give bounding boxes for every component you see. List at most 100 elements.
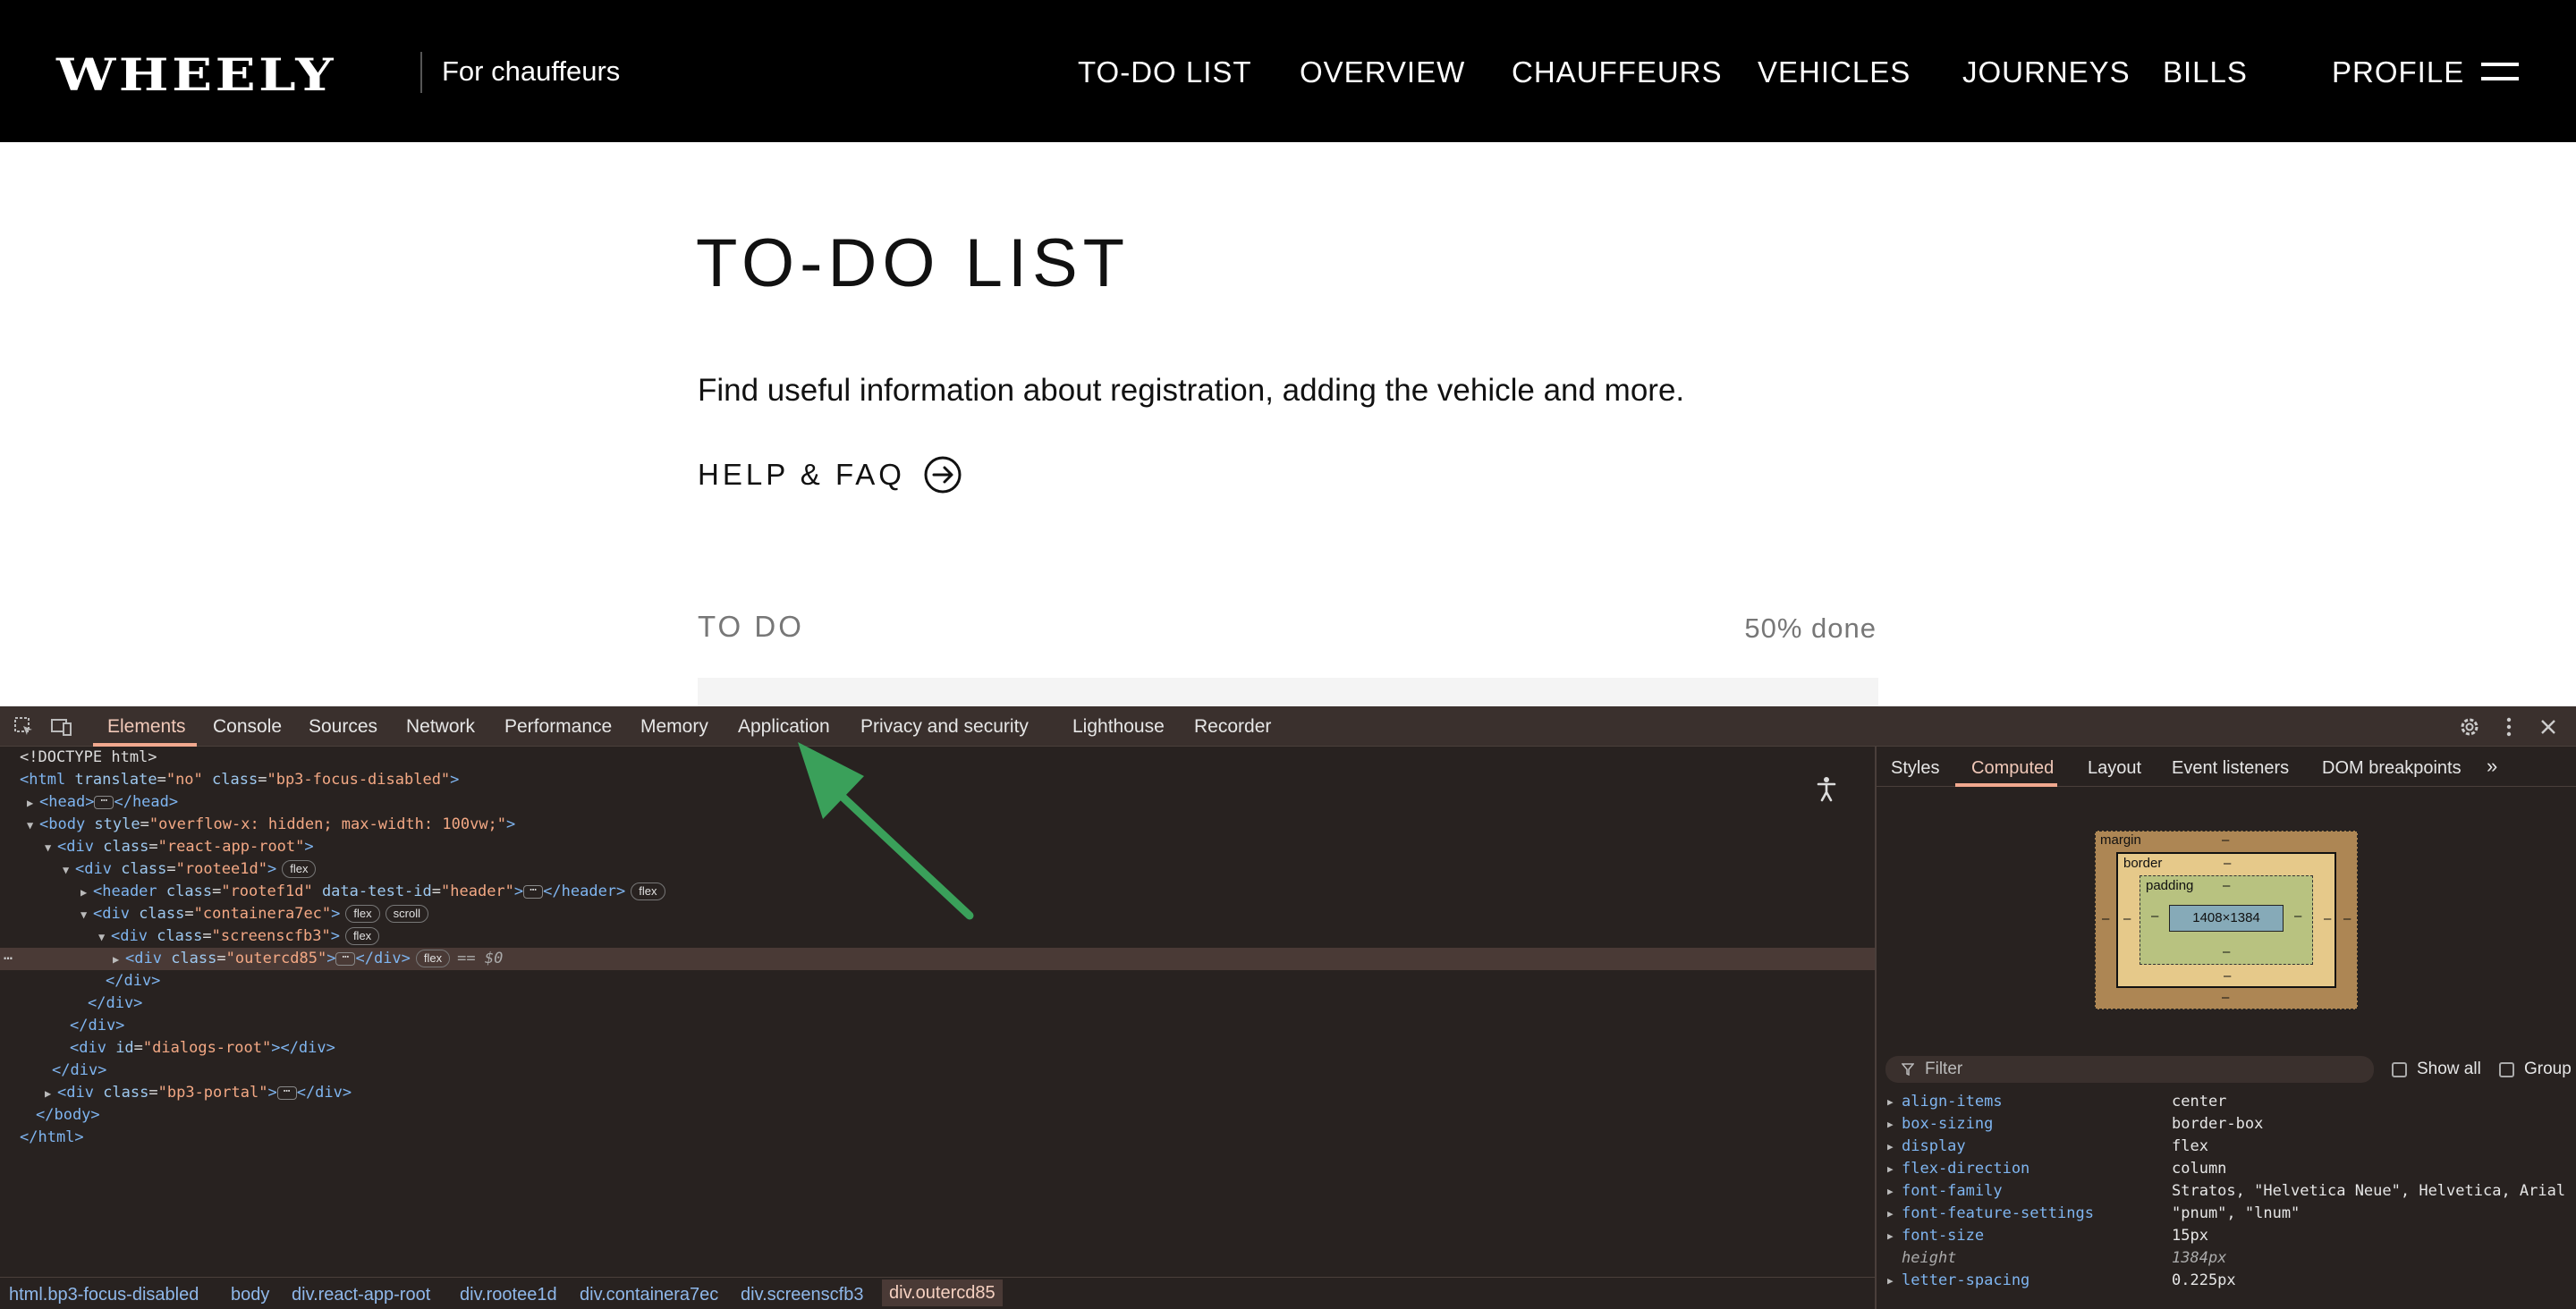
box-model-diagram: margin – – – – border – – – – padding – … xyxy=(2095,831,2358,1009)
help-faq-link[interactable]: HELP & FAQ xyxy=(698,455,962,494)
sidebar-tabs: Styles Computed Layout Event listeners D… xyxy=(1877,747,2576,787)
dom-outer-node-selected[interactable]: ⋯ ▶ <div class="outercd85"> ⋯ </div> flex == … xyxy=(0,948,1875,970)
devtools-panel: Elements Console Sources Network Perform… xyxy=(0,706,2576,1309)
filter-placeholder: Filter xyxy=(1925,1060,1963,1078)
dom-close-html[interactable]: </html> xyxy=(20,1127,84,1149)
more-tabs-chevron-icon[interactable]: » xyxy=(2487,755,2497,778)
breadcrumb-react-app-root[interactable]: div.react-app-root xyxy=(292,1285,430,1305)
tab-recorder[interactable]: Recorder xyxy=(1194,716,1271,738)
dom-close-div[interactable]: </div> xyxy=(88,992,142,1015)
box-model-padding[interactable]: padding – – – – 1408×1384 xyxy=(2140,875,2313,965)
flex-badge[interactable]: flex xyxy=(631,883,665,900)
dom-dialogs-root-node[interactable]: <div id="dialogs-root"></div> xyxy=(70,1037,335,1060)
group-checkbox[interactable] xyxy=(2499,1062,2514,1077)
tab-lighthouse[interactable]: Lighthouse xyxy=(1072,716,1165,738)
todo-heading: TO DO xyxy=(698,610,804,643)
breadcrumb-outercd85[interactable]: div.outercd85 xyxy=(882,1279,1003,1306)
scroll-badge[interactable]: scroll xyxy=(385,905,428,923)
flex-badge[interactable]: flex xyxy=(415,950,451,967)
dom-close-div[interactable]: </div> xyxy=(70,1015,124,1037)
flex-badge[interactable]: flex xyxy=(344,927,380,945)
show-all-checkbox[interactable] xyxy=(2392,1062,2407,1077)
dom-doctype[interactable]: <!DOCTYPE html> xyxy=(20,747,157,769)
computed-property-row[interactable]: ▶ display flex xyxy=(1877,1136,2576,1158)
page-title: TO-DO LIST xyxy=(696,225,1131,301)
padding-label: padding xyxy=(2146,878,2194,893)
accessibility-tree-icon[interactable] xyxy=(1810,773,1843,805)
computed-property-row[interactable]: ▶ font-size 15px xyxy=(1877,1225,2576,1247)
group-label: Group xyxy=(2524,1060,2572,1078)
tab-privacy-security[interactable]: Privacy and security xyxy=(860,716,1029,738)
computed-property-row[interactable]: height 1384px xyxy=(1877,1247,2576,1270)
row-actions-icon[interactable]: ⋯ xyxy=(4,948,13,970)
computed-property-row[interactable]: ▶ box-sizing border-box xyxy=(1877,1113,2576,1136)
nav-overview[interactable]: OVERVIEW xyxy=(1300,55,1465,89)
tab-dom-breakpoints[interactable]: DOM breakpoints xyxy=(2322,758,2462,779)
dom-header-node[interactable]: ▶ <header class="rootef1d" data-test-id="… xyxy=(80,881,665,903)
tab-styles[interactable]: Styles xyxy=(1891,758,1939,779)
computed-property-row[interactable]: ▶ font-feature-settings "pnum", "lnum" xyxy=(1877,1203,2576,1225)
close-devtools-icon[interactable] xyxy=(2537,715,2560,739)
todo-progress: 50% done xyxy=(1744,612,1877,644)
breadcrumb-screenscfb3[interactable]: div.screenscfb3 xyxy=(741,1285,863,1305)
flex-badge[interactable]: flex xyxy=(282,860,317,878)
breadcrumb-html[interactable]: html.bp3-focus-disabled xyxy=(9,1285,199,1305)
dom-head-node[interactable]: ▶ <head> ⋯ </head> xyxy=(27,791,178,814)
dom-react-root-node[interactable]: ▼ <div class="react-app-root"> xyxy=(45,836,314,858)
tab-sources[interactable]: Sources xyxy=(309,716,377,738)
settings-gear-icon[interactable] xyxy=(2458,715,2481,739)
dom-body-node[interactable]: ▼ <body style="overflow-x: hidden; max-wi… xyxy=(27,814,515,836)
flex-badge[interactable]: flex xyxy=(345,905,380,923)
breadcrumb-containera7ec[interactable]: div.containera7ec xyxy=(580,1285,718,1305)
margin-label: margin xyxy=(2100,832,2141,848)
tab-application[interactable]: Application xyxy=(738,716,830,738)
tab-elements[interactable]: Elements xyxy=(107,716,186,738)
dom-tree: <!DOCTYPE html> <html translate="no" cla… xyxy=(0,747,1875,1270)
tab-performance[interactable]: Performance xyxy=(504,716,612,738)
filter-input[interactable]: Filter xyxy=(1885,1056,2374,1083)
tab-layout[interactable]: Layout xyxy=(2088,758,2141,779)
filter-icon xyxy=(1902,1063,1914,1076)
hamburger-menu-icon[interactable] xyxy=(2481,63,2519,80)
tab-memory[interactable]: Memory xyxy=(640,716,708,738)
nav-bills[interactable]: BILLS xyxy=(2163,55,2248,89)
dom-html-node[interactable]: <html translate="no" class="bp3-focus-di… xyxy=(20,769,459,791)
nav-todo-list[interactable]: TO-DO LIST xyxy=(1078,55,1252,89)
nav-journeys[interactable]: JOURNEYS xyxy=(1962,55,2131,89)
computed-filter-row: Filter Show all Group xyxy=(1885,1056,2572,1085)
breadcrumb-body[interactable]: body xyxy=(231,1285,269,1305)
computed-property-row[interactable]: ▶ font-family Stratos, "Helvetica Neue", H… xyxy=(1877,1180,2576,1203)
nav-vehicles[interactable]: VEHICLES xyxy=(1758,55,1911,89)
computed-property-row[interactable]: ▶ flex-direction column xyxy=(1877,1158,2576,1180)
tab-network[interactable]: Network xyxy=(406,716,475,738)
active-side-tab-indicator xyxy=(1955,783,2057,787)
border-label: border xyxy=(2123,856,2163,871)
main-nav: TO-DO LIST OVERVIEW CHAUFFEURS VEHICLES … xyxy=(0,55,2576,91)
tab-event-listeners[interactable]: Event listeners xyxy=(2172,758,2289,779)
device-toolbar-icon[interactable] xyxy=(50,715,73,739)
styles-sidebar: Styles Computed Layout Event listeners D… xyxy=(1875,747,2576,1309)
box-model-border[interactable]: border – – – – padding – – – – 1408×1384 xyxy=(2116,852,2336,988)
computed-property-row[interactable]: ▶ align-items center xyxy=(1877,1091,2576,1113)
dom-rootee-node[interactable]: ▼ <div class="rootee1d"> flex xyxy=(63,858,317,881)
intro-text: Find useful information about registrati… xyxy=(698,373,1685,408)
dom-close-div[interactable]: </div> xyxy=(106,970,160,992)
more-options-icon[interactable] xyxy=(2497,715,2521,739)
computed-property-row[interactable]: ▶ letter-spacing 0.225px xyxy=(1877,1270,2576,1292)
dom-breadcrumb: html.bp3-focus-disabled body div.react-a… xyxy=(0,1277,1875,1309)
dom-container-node[interactable]: ▼ <div class="containera7ec"> flex scroll xyxy=(80,903,428,925)
site-header: WHEELY For chauffeurs TO-DO LIST OVERVIE… xyxy=(0,0,2576,142)
inspect-element-icon[interactable] xyxy=(13,715,36,739)
nav-profile[interactable]: PROFILE xyxy=(2332,55,2464,89)
box-model-content[interactable]: 1408×1384 xyxy=(2169,905,2284,932)
main-content: TO-DO LIST Find useful information about… xyxy=(0,142,2576,714)
dom-close-body[interactable]: </body> xyxy=(36,1104,100,1127)
help-faq-label: HELP & FAQ xyxy=(698,458,905,491)
breadcrumb-rootee1d[interactable]: div.rootee1d xyxy=(460,1285,557,1305)
tab-console[interactable]: Console xyxy=(213,716,282,738)
tab-computed[interactable]: Computed xyxy=(1971,758,2054,779)
dom-close-div[interactable]: </div> xyxy=(52,1060,106,1082)
nav-chauffeurs[interactable]: CHAUFFEURS xyxy=(1512,55,1723,89)
dom-portal-node[interactable]: ▶ <div class="bp3-portal"> ⋯ </div> xyxy=(45,1082,352,1104)
dom-screen-node[interactable]: ▼ <div class="screenscfb3"> flex xyxy=(98,925,380,948)
